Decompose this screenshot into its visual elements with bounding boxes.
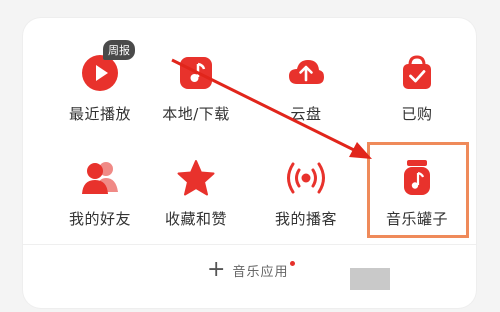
gray-placeholder [350,268,390,290]
pointer-arrow [171,58,372,159]
